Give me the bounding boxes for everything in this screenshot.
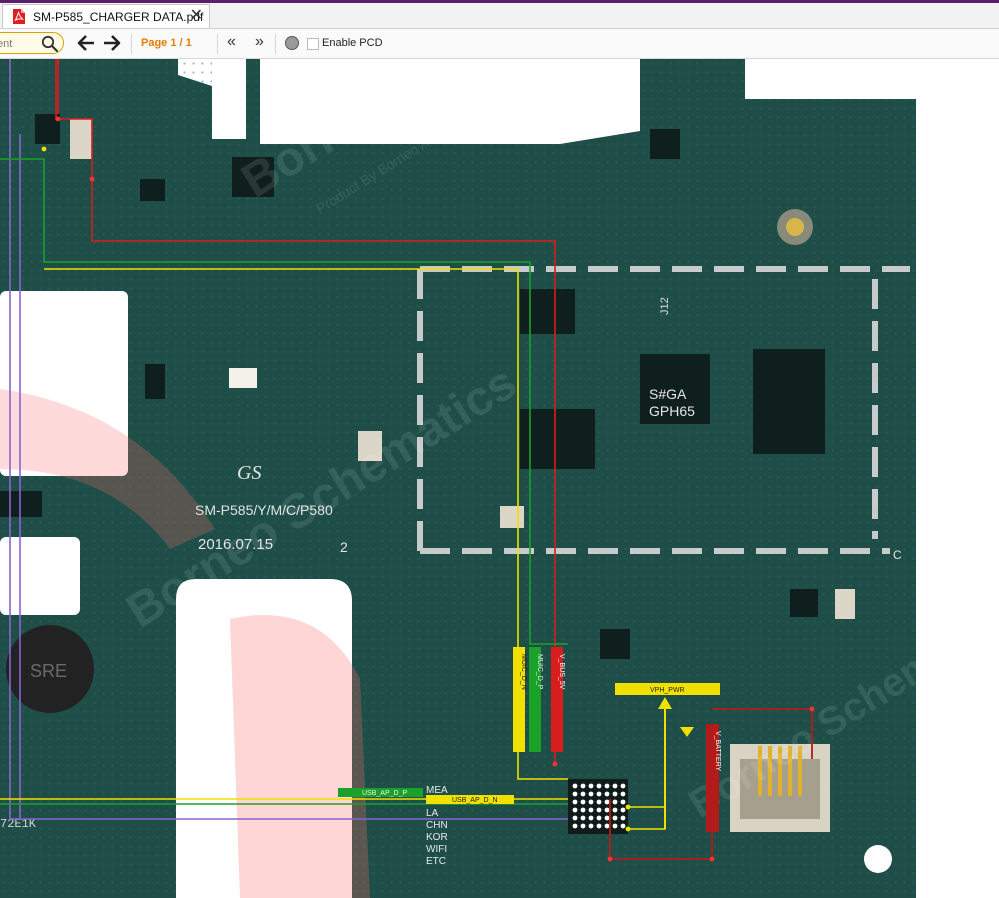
svg-text:KOR: KOR xyxy=(426,832,448,843)
toolbar-divider xyxy=(217,34,218,54)
svg-text:MUIC_D_P: MUIC_D_P xyxy=(536,654,543,690)
record-toggle-icon[interactable] xyxy=(285,36,299,50)
chip-j12-label: J12 xyxy=(659,297,671,315)
led-component xyxy=(229,368,257,388)
document-view[interactable]: SRE S#GA GPH65 J12 GS SM-P585/Y/M/C/P580 … xyxy=(0,59,999,898)
schematic-board-image: SRE S#GA GPH65 J12 GS SM-P585/Y/M/C/P580 … xyxy=(0,59,999,898)
enable-pcd-label: Enable PCD xyxy=(322,37,383,49)
back-arrow-icon[interactable] xyxy=(76,34,96,52)
board-cutout xyxy=(0,537,80,615)
tab-bar: SM-P585_CHARGER DATA.pdf ✕ xyxy=(0,3,999,29)
pdf-icon xyxy=(12,9,25,24)
first-page-icon[interactable]: « xyxy=(227,33,236,51)
svg-text:V_BATTERY: V_BATTERY xyxy=(714,731,721,772)
mounting-hole xyxy=(864,845,892,873)
svg-text:ETC: ETC xyxy=(426,856,446,867)
board-logo: GS xyxy=(237,462,261,484)
board-cutout xyxy=(745,59,916,99)
toolbar-divider xyxy=(275,34,276,54)
tab-title: SM-P585_CHARGER DATA.pdf xyxy=(33,9,204,24)
search-input[interactable] xyxy=(0,36,39,52)
close-icon[interactable]: ✕ xyxy=(190,7,203,25)
search-box[interactable] xyxy=(0,32,64,54)
enable-pcd-checkbox[interactable] xyxy=(307,38,319,50)
last-page-icon[interactable]: » xyxy=(255,33,264,51)
board-corner-label: C xyxy=(893,548,902,562)
svg-text:CHN: CHN xyxy=(426,820,448,831)
inductor-tag: SRE xyxy=(30,661,67,681)
page-indicator: Page 1 / 1 xyxy=(141,37,192,49)
board-cutout xyxy=(212,59,246,139)
search-icon[interactable] xyxy=(41,35,59,53)
toolbar-divider xyxy=(131,34,132,54)
svg-text:VPH_PWR: VPH_PWR xyxy=(650,687,685,694)
svg-text:V_BUS_5V: V_BUS_5V xyxy=(558,654,565,690)
svg-text:MEA: MEA xyxy=(426,785,448,796)
tab-document[interactable]: SM-P585_CHARGER DATA.pdf ✕ xyxy=(2,4,210,28)
board-corner-label: 2 xyxy=(340,539,348,555)
svg-text:WIFI: WIFI xyxy=(426,844,447,855)
svg-text:USB_AP_D_P: USB_AP_D_P xyxy=(362,790,407,797)
svg-text:USB_AP_D_N: USB_AP_D_N xyxy=(452,797,498,804)
svg-text:LA: LA xyxy=(426,808,439,819)
svg-text:MUIC_D_N: MUIC_D_N xyxy=(520,654,527,690)
toolbar: Page 1 / 1 « » Enable PCD xyxy=(0,29,999,59)
forward-arrow-icon[interactable] xyxy=(102,34,122,52)
